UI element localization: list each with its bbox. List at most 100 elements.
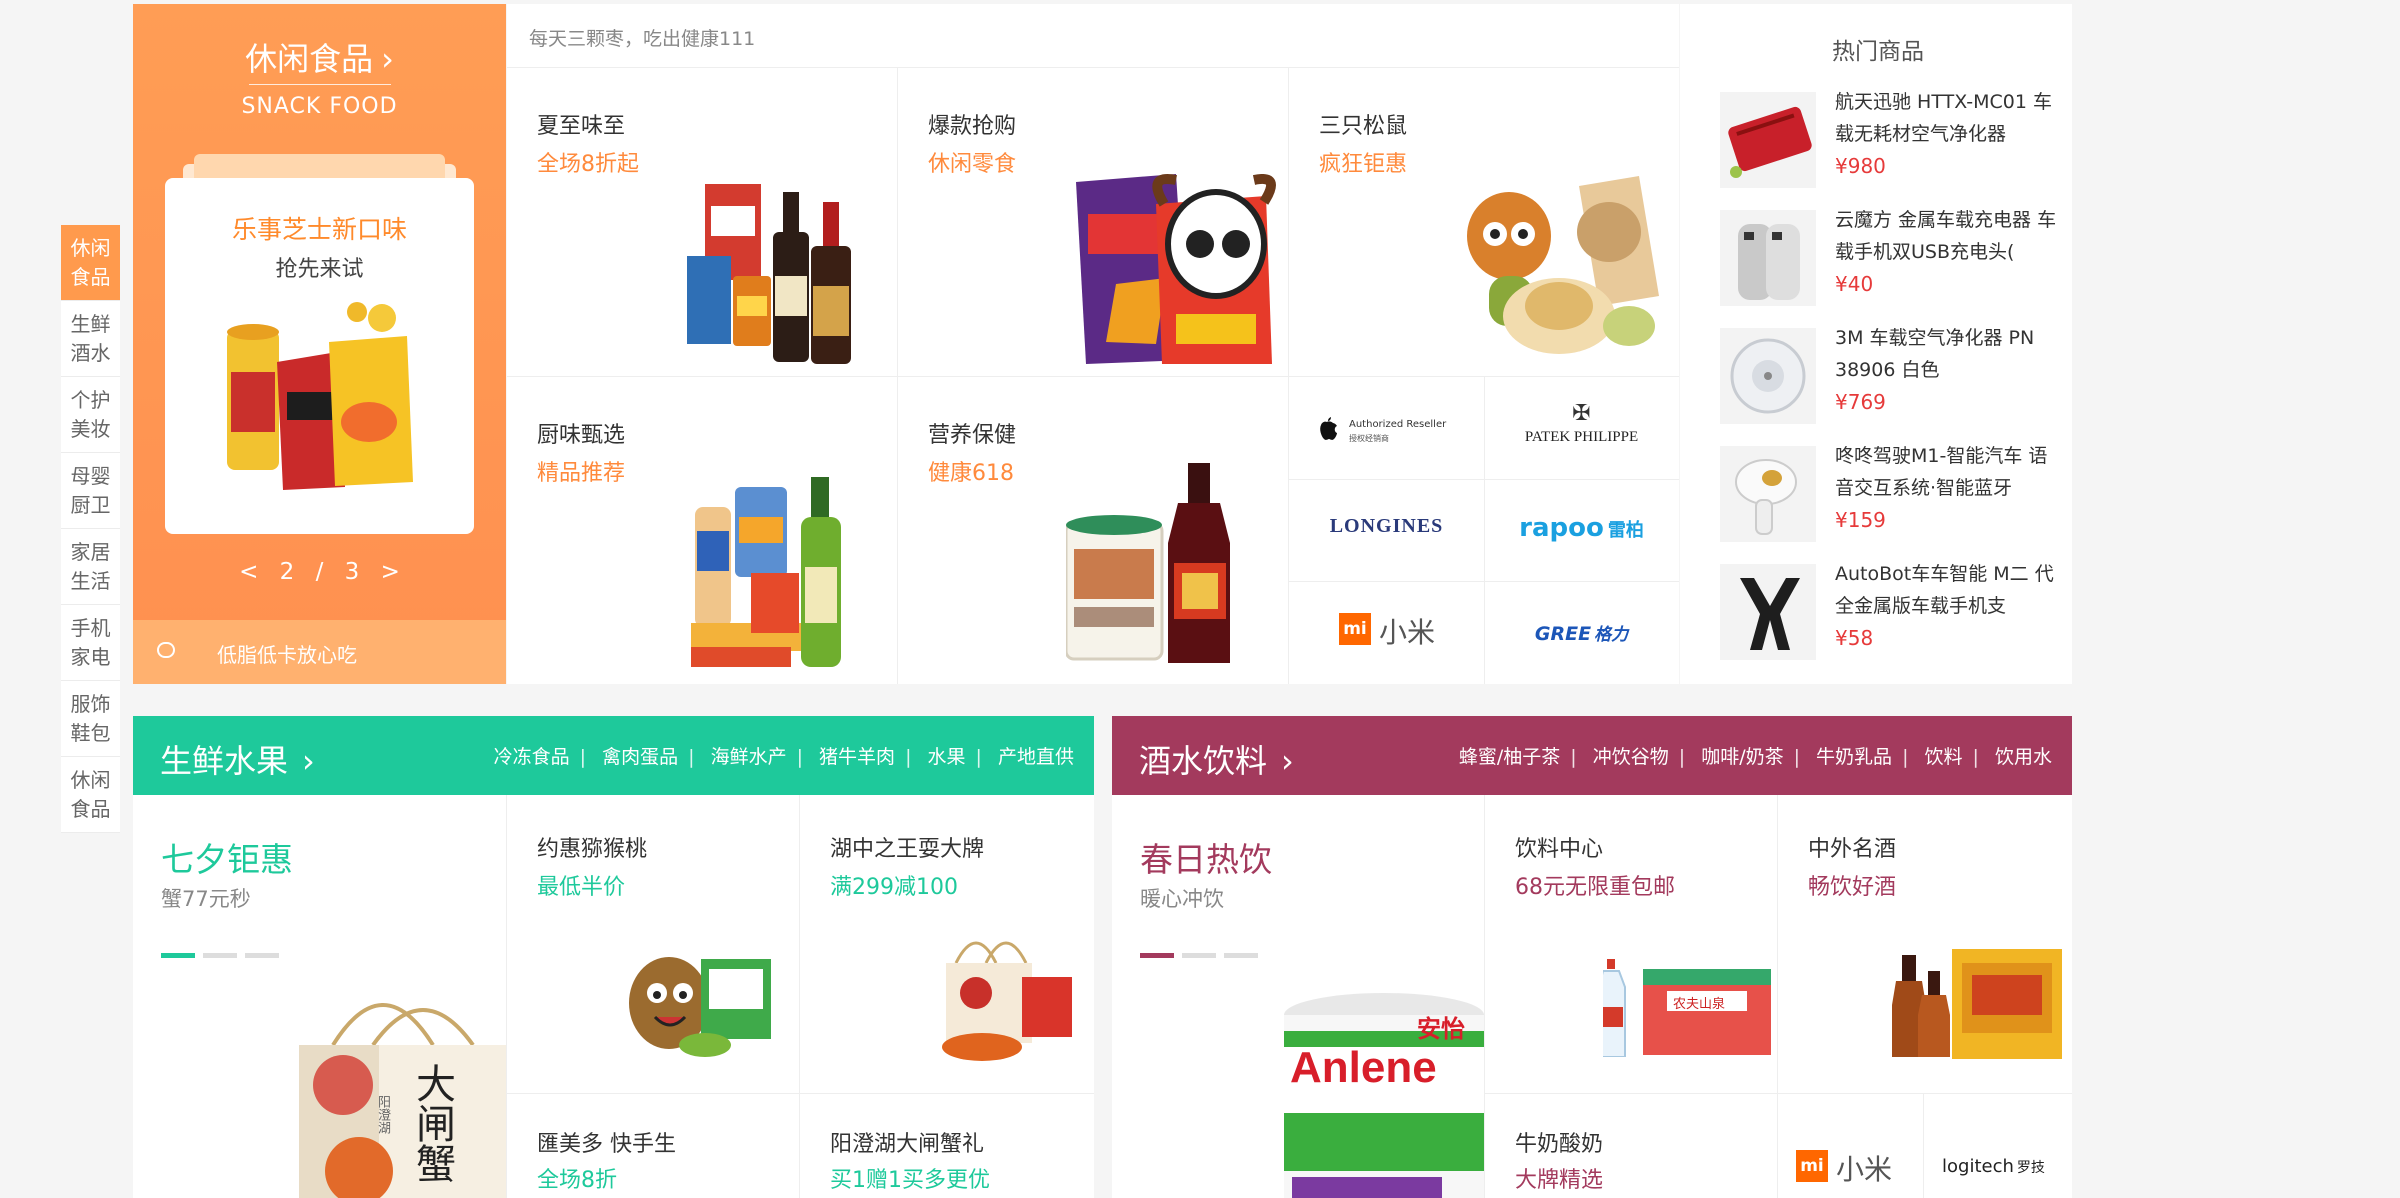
category-link[interactable]: 蜂蜜/柚子茶 (1459, 746, 1560, 768)
drinks-cell[interactable]: 中外名酒 畅饮好酒 (1778, 795, 2072, 1093)
brand-rapoo[interactable]: rapoo 雷柏 (1484, 513, 1679, 543)
floor-nav-label: 家居生活 (70, 539, 111, 593)
grid-cell-title: 阳澄湖大闸蟹礼 (830, 1132, 985, 1157)
grid-cell-subtitle: 健康618 (928, 461, 1014, 486)
hot-product-item[interactable]: 云魔方 金属车载充电器 车载手机双USB充电头( ¥40 (1720, 204, 2060, 314)
grid-cell[interactable]: 三只松鼠 疯狂钜惠 (1289, 68, 1679, 376)
category-link[interactable]: 冲饮谷物 (1593, 746, 1669, 768)
product-grid: 每天三颗枣，吃出健康111 夏至味至 全场8折起 爆款抢购 休闲零食 三只松鼠 … (507, 4, 1679, 684)
floor-nav-item-snacks-2[interactable]: 休闲食品 (61, 757, 120, 833)
drinks-cell[interactable]: 饮料中心 68元无限重包邮 农夫山泉 (1485, 795, 1777, 1093)
chat-bubble-icon (157, 642, 175, 658)
grid-cell-subtitle: 全场8折 (537, 1168, 617, 1193)
snack-title-link[interactable]: 休闲食品 › (133, 34, 506, 80)
category-link[interactable]: 产地直供 (998, 746, 1074, 768)
drinks-feature[interactable]: 春日热饮 暖心冲饮 Anlene 安怡 (1112, 795, 1484, 1198)
category-link[interactable]: 牛奶乳品 (1816, 746, 1892, 768)
grid-cell-subtitle: 买1赠1买多更优 (830, 1168, 990, 1193)
grid-cell[interactable]: 爆款抢购 休闲零食 (898, 68, 1288, 376)
grid-cell-title: 湖中之王耍大牌 (830, 837, 985, 862)
drinks-category-links: 蜂蜜/柚子茶 | 冲饮谷物 | 咖啡/奶茶 | 牛奶乳品 | 饮料 | 饮用水 (1459, 742, 2052, 769)
link-separator: | (1972, 746, 1979, 768)
product-thumbnail (1720, 446, 1816, 542)
snack-footer[interactable]: 低脂低卡放心吃 (133, 620, 506, 684)
fresh-title-text: 生鲜水果 (160, 742, 289, 780)
hot-product-item[interactable]: 3M 车载空气净化器 PN 38906 白色 ¥769 (1720, 322, 2060, 432)
floor-nav-item-fresh[interactable]: 生鲜酒水 (61, 301, 120, 377)
grid-cell-subtitle: 精品推荐 (537, 461, 626, 486)
category-link[interactable]: 咖啡/奶茶 (1701, 746, 1783, 768)
hot-product-price: ¥769 (1835, 390, 1886, 414)
anlene-brand-cn: 安怡 (1417, 1015, 1465, 1043)
fresh-cell[interactable]: 湖中之王耍大牌 满299减100 (800, 795, 1094, 1093)
carousel-dot-active[interactable] (161, 953, 195, 958)
brand-patek[interactable]: ✠ PATEK PHILIPPE (1484, 403, 1679, 446)
floor-nav-item-beauty[interactable]: 个护美妆 (61, 377, 120, 453)
category-link[interactable]: 禽肉蛋品 (602, 746, 678, 768)
category-link[interactable]: 饮用水 (1995, 746, 2052, 768)
carousel-dot-active[interactable] (1140, 953, 1174, 958)
brand-longines[interactable]: LONGINES (1289, 515, 1484, 538)
grid-cell[interactable]: 厨味甄选 精品推荐 (507, 377, 897, 684)
floor-nav-label: 个护美妆 (70, 387, 111, 441)
hot-product-name: 咚咚驾驶M1-智能汽车 语音交互系统·智能蓝牙 (1835, 445, 2048, 499)
floor-nav-item-baby[interactable]: 母婴厨卫 (61, 453, 120, 529)
hot-product-price: ¥58 (1835, 626, 1874, 650)
hot-product-price: ¥40 (1835, 272, 1874, 296)
hot-product-item[interactable]: 航天迅驰 HTTX-MC01 车载无耗材空气净化器 ¥980 (1720, 86, 2060, 196)
chevron-right-icon: › (302, 742, 315, 780)
fresh-cell[interactable]: 阳澄湖大闸蟹礼 买1赠1买多更优 (800, 1094, 1094, 1198)
chips-product-image (227, 302, 413, 490)
hot-product-item[interactable]: 咚咚驾驶M1-智能汽车 语音交互系统·智能蓝牙 ¥159 (1720, 440, 2060, 550)
anlene-brand-text: Anlene (1290, 1043, 1437, 1092)
floor-nav-item-home[interactable]: 家居生活 (61, 529, 120, 605)
supplements-product-image (1066, 463, 1230, 663)
brand-logitech[interactable]: logitech 罗技 (1942, 1156, 2045, 1177)
floor-nav-item-apparel[interactable]: 服饰鞋包 (61, 681, 120, 757)
carousel-card[interactable]: 乐事芝士新口味 抢先来试 (165, 178, 474, 534)
category-link[interactable]: 海鲜水产 (711, 746, 787, 768)
carousel-pager: < 2 / 3 > (133, 559, 506, 585)
category-link[interactable]: 饮料 (1925, 746, 1963, 768)
carousel-dot[interactable] (1182, 953, 1216, 958)
fresh-section-header: 生鲜水果 › 冷冻食品 | 禽肉蛋品 | 海鲜水产 | 猪牛羊肉 | 水果 | 产地直供 (133, 716, 1094, 795)
category-link[interactable]: 冷冻食品 (494, 746, 570, 768)
fresh-section-title[interactable]: 生鲜水果 › (160, 736, 315, 782)
crab-gift-bag-image (299, 1003, 506, 1198)
carousel-next-button[interactable]: > (381, 559, 400, 585)
grid-cell[interactable]: 营养保健 健康618 (898, 377, 1288, 684)
hot-product-name: 云魔方 金属车载充电器 车载手机双USB充电头( (1835, 209, 2057, 263)
fresh-feature-subtitle: 蟹77元秒 (161, 887, 251, 911)
grid-cell-subtitle: 满299减100 (830, 875, 958, 900)
doritos-product-image (1076, 174, 1276, 364)
brand-gree[interactable]: GREE 格力 (1484, 620, 1679, 645)
divider (1289, 479, 1679, 480)
floor-nav-item-phones[interactable]: 手机家电 (61, 605, 120, 681)
grid-cell-title: 中外名酒 (1808, 837, 1897, 862)
link-separator: | (688, 746, 695, 768)
drinks-section-title[interactable]: 酒水饮料 › (1139, 736, 1294, 782)
grid-cell-title: 爆款抢购 (928, 114, 1017, 139)
chevron-right-icon: › (1281, 742, 1294, 780)
hot-products-title: 热门商品 (1832, 39, 1924, 65)
drinks-feature-title: 春日热饮 (1140, 840, 1272, 879)
carousel-dot[interactable] (1224, 953, 1258, 958)
brand-xiaomi-text: 小米 (1379, 616, 1436, 649)
fresh-feature[interactable]: 七夕钜惠 蟹77元秒 大闸蟹 阳澄湖 (133, 795, 506, 1198)
fresh-cell[interactable]: 匯美多 快手生 全场8折 (507, 1094, 799, 1198)
link-separator: | (796, 746, 803, 768)
carousel-dot[interactable] (203, 953, 237, 958)
hot-product-item[interactable]: AutoBot车车智能 M二 代全金属版车载手机支 ¥58 (1720, 558, 2060, 668)
fresh-cell[interactable]: 约惠猕猴桃 最低半价 (507, 795, 799, 1093)
fresh-section-body: 七夕钜惠 蟹77元秒 大闸蟹 阳澄湖 约惠猕猴桃 最低半价 湖中之王耍大牌 满2… (133, 795, 1094, 1198)
apple-logo-icon (1320, 417, 1337, 440)
grid-cell[interactable]: 夏至味至 全场8折起 (507, 68, 897, 376)
drinks-cell[interactable]: 牛奶酸奶 大牌精选 (1485, 1094, 1777, 1198)
carousel-prev-button[interactable]: < (239, 559, 258, 585)
category-link[interactable]: 猪牛羊肉 (819, 746, 895, 768)
mi-logo-icon: mi (1339, 613, 1371, 645)
drinks-feature-subtitle: 暖心冲饮 (1140, 887, 1224, 911)
floor-nav-item-snacks[interactable]: 休闲食品 (61, 225, 120, 301)
link-separator: | (1902, 746, 1909, 768)
category-link[interactable]: 水果 (928, 746, 966, 768)
